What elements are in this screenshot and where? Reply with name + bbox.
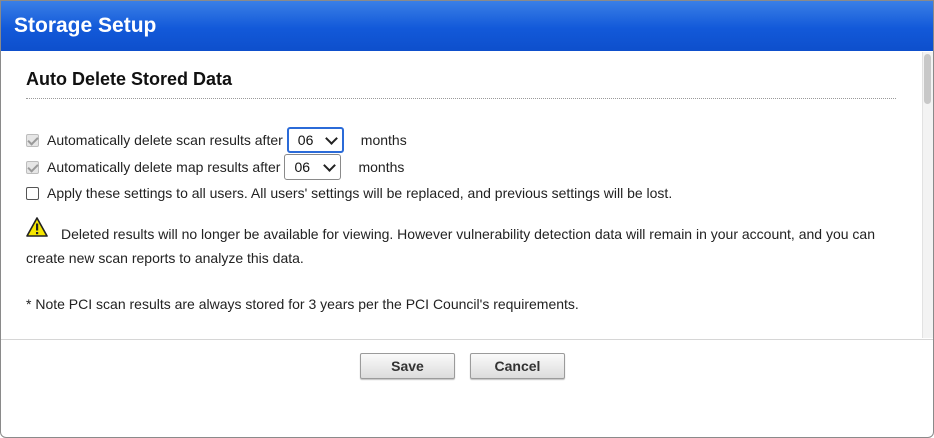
map-delete-label: Automatically delete map results after [47, 159, 281, 175]
chevron-down-icon [323, 158, 337, 172]
apply-all-checkbox[interactable] [26, 186, 39, 200]
storage-setup-dialog: Storage Setup Auto Delete Stored Data Au… [0, 0, 934, 438]
scrollbar[interactable] [922, 52, 933, 338]
map-delete-checkbox[interactable] [26, 160, 39, 174]
scan-months-select[interactable]: 06 [286, 127, 344, 153]
pci-note: * Note PCI scan results are always store… [26, 296, 579, 312]
dialog-title: Storage Setup [1, 1, 933, 51]
map-months-value: 06 [294, 159, 311, 175]
scan-delete-label: Automatically delete scan results after [47, 132, 283, 148]
scan-months-unit: months [360, 132, 407, 148]
scan-delete-checkbox[interactable] [26, 133, 39, 147]
save-button[interactable]: Save [360, 353, 455, 379]
scrollbar-thumb[interactable] [924, 54, 931, 104]
warning-message: Deleted results will no longer be availa… [26, 226, 875, 266]
footer-divider [1, 339, 933, 340]
apply-all-label: Apply these settings to all users. All u… [47, 185, 673, 201]
apply-all-row: Apply these settings to all users. All u… [26, 185, 672, 201]
section-title: Auto Delete Stored Data [26, 69, 233, 89]
chevron-down-icon [324, 131, 338, 145]
map-retention-row: Automatically delete map results after 0… [26, 154, 404, 180]
scan-retention-row: Automatically delete scan results after … [26, 127, 407, 153]
scan-months-value: 06 [297, 132, 314, 148]
map-months-select[interactable]: 06 [284, 154, 342, 180]
cancel-button[interactable]: Cancel [470, 353, 565, 379]
section-divider [26, 98, 896, 99]
map-months-unit: months [358, 159, 405, 175]
